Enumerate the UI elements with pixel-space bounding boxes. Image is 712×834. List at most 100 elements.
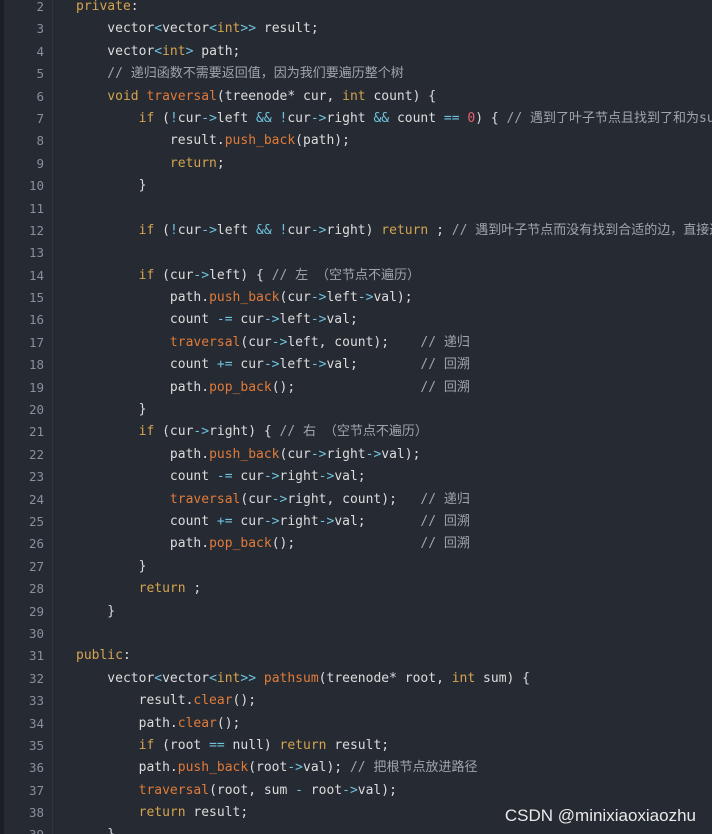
code-line[interactable]: 4 vector<int> path; bbox=[0, 41, 712, 63]
code-token: path. bbox=[76, 536, 210, 552]
code-line[interactable]: 35 if (root == null) return result; bbox=[0, 735, 712, 757]
code-editor[interactable]: 2 private: 3 vector<vector<int>> result; 4 … bbox=[0, 0, 712, 834]
code-token: // 遇到叶子节点而没有找到合适的边，直接返回 bbox=[451, 222, 712, 238]
code-token: int bbox=[451, 670, 476, 686]
code-text: private: bbox=[76, 0, 139, 18]
code-token: count bbox=[76, 469, 217, 485]
code-token: left bbox=[279, 312, 311, 328]
code-token: if bbox=[76, 222, 155, 238]
code-token: result. bbox=[76, 693, 194, 709]
line-number: 5 bbox=[36, 66, 44, 82]
code-token: (cur bbox=[154, 267, 194, 283]
code-token: } bbox=[76, 603, 116, 619]
code-token: -> bbox=[342, 782, 358, 798]
code-token: cur bbox=[232, 513, 264, 529]
code-token: val; bbox=[334, 513, 421, 529]
code-token: (path); bbox=[295, 133, 350, 149]
code-token: right, count); bbox=[287, 491, 421, 507]
line-number: 37 bbox=[28, 782, 44, 798]
code-line[interactable]: 2 private: bbox=[0, 0, 712, 18]
code-line[interactable]: 33 result.clear(); bbox=[0, 690, 712, 712]
code-token: // 回溯 bbox=[420, 357, 470, 373]
code-line[interactable]: 37 traversal(root, sum - root->val); bbox=[0, 780, 712, 802]
code-token: return bbox=[381, 222, 429, 238]
line-number: 36 bbox=[28, 760, 44, 776]
code-line[interactable]: 8 result.push_back(path); bbox=[0, 130, 712, 152]
code-line[interactable]: 15 path.push_back(cur->left->val); bbox=[0, 287, 712, 309]
code-token: return bbox=[76, 805, 186, 821]
code-token: -> bbox=[287, 760, 303, 776]
code-text: void traversal(treenode* cur, int count)… bbox=[76, 86, 436, 108]
code-line[interactable]: 17 traversal(cur->left, count); // 递归 bbox=[0, 332, 712, 354]
code-line[interactable]: 31 public: bbox=[0, 645, 712, 667]
code-token: left, count); bbox=[287, 334, 421, 350]
code-token: val); bbox=[303, 760, 350, 776]
code-token: < bbox=[154, 21, 163, 37]
code-token: pop_back bbox=[209, 379, 272, 395]
code-area[interactable]: 2 private: 3 vector<vector<int>> result; 4 … bbox=[0, 0, 712, 834]
code-line[interactable]: 10 } bbox=[0, 175, 712, 197]
code-line[interactable]: 32 vector<vector<int>> pathsum(treenode*… bbox=[0, 668, 712, 690]
code-text: path.clear(); bbox=[76, 713, 241, 735]
code-token: val); bbox=[373, 290, 413, 306]
code-token: cur bbox=[232, 469, 264, 485]
code-line[interactable]: 12 if (!cur->left && !cur->right) return… bbox=[0, 220, 712, 242]
line-number: 18 bbox=[28, 357, 44, 373]
code-token: count bbox=[76, 312, 217, 328]
code-line[interactable]: 16 count -= cur->left->val; bbox=[0, 309, 712, 331]
code-token: (treenode* cur, bbox=[216, 88, 343, 104]
code-text: traversal(cur->right, count); // 递归 bbox=[76, 489, 470, 511]
code-line[interactable]: 23 count -= cur->right->val; bbox=[0, 466, 712, 488]
code-line[interactable]: 18 count += cur->left->val; // 回溯 bbox=[0, 354, 712, 376]
code-line[interactable]: 7 if (!cur->left && !cur->right && count… bbox=[0, 108, 712, 130]
code-token: < bbox=[154, 670, 163, 686]
code-line[interactable]: 5 // 递归函数不需要返回值，因为我们要遍历整个树 bbox=[0, 63, 712, 85]
code-line[interactable]: 21 if (cur->right) { // 右 （空节点不遍历） bbox=[0, 421, 712, 443]
code-line[interactable]: 20 } bbox=[0, 399, 712, 421]
code-line[interactable]: 27 } bbox=[0, 556, 712, 578]
code-token: -> bbox=[318, 469, 335, 485]
code-token: (cur bbox=[240, 334, 272, 350]
code-line[interactable]: 11 bbox=[0, 198, 712, 220]
code-line[interactable]: 36 path.push_back(root->val); // 把根节点放进路… bbox=[0, 757, 712, 779]
code-token: push_back bbox=[177, 760, 249, 776]
line-number: 25 bbox=[28, 513, 44, 529]
code-text: vector<vector<int>> result; bbox=[76, 18, 318, 40]
code-line[interactable]: 25 count += cur->right->val; // 回溯 bbox=[0, 511, 712, 533]
code-token: sum) { bbox=[475, 670, 531, 686]
code-text: result.clear(); bbox=[76, 690, 256, 712]
code-token: traversal bbox=[146, 88, 217, 104]
code-line[interactable]: 34 path.clear(); bbox=[0, 713, 712, 735]
code-line[interactable]: 28 return ; bbox=[0, 578, 712, 600]
code-line[interactable]: 29 } bbox=[0, 601, 712, 623]
line-number: 28 bbox=[28, 581, 44, 597]
code-line[interactable]: 19 path.pop_back(); // 回溯 bbox=[0, 377, 712, 399]
code-token: -> bbox=[263, 513, 280, 529]
code-line[interactable]: 24 traversal(cur->right, count); // 递归 bbox=[0, 489, 712, 511]
line-number: 13 bbox=[28, 245, 44, 261]
code-line[interactable]: 14 if (cur->left) { // 左 （空节点不遍历） bbox=[0, 265, 712, 287]
code-line[interactable]: 30 bbox=[0, 623, 712, 645]
code-token: && bbox=[256, 222, 272, 238]
code-token: } bbox=[76, 178, 147, 194]
code-line[interactable]: 6 void traversal(treenode* cur, int coun… bbox=[0, 86, 712, 108]
code-text: count -= cur->left->val; bbox=[76, 309, 358, 331]
code-line[interactable]: 3 vector<vector<int>> result; bbox=[0, 18, 712, 40]
code-line[interactable]: 9 return; bbox=[0, 153, 712, 175]
code-text: result.push_back(path); bbox=[76, 130, 350, 152]
code-token: (root bbox=[154, 737, 210, 753]
code-token: (); bbox=[271, 536, 421, 552]
line-number: 21 bbox=[28, 424, 44, 440]
code-line[interactable]: 22 path.push_back(cur->right->val); bbox=[0, 444, 712, 466]
code-text: vector<int> path; bbox=[76, 41, 240, 63]
code-token: -> bbox=[271, 334, 288, 350]
code-line[interactable]: 13 bbox=[0, 242, 712, 264]
line-number: 11 bbox=[28, 200, 44, 216]
code-token: right) { bbox=[209, 424, 280, 440]
code-token: result; bbox=[326, 737, 390, 753]
code-token: : bbox=[130, 0, 139, 14]
line-number: 17 bbox=[28, 334, 44, 350]
code-text: count += cur->left->val; // 回溯 bbox=[76, 354, 470, 376]
code-line[interactable]: 26 path.pop_back(); // 回溯 bbox=[0, 533, 712, 555]
code-token: right) bbox=[326, 222, 382, 238]
